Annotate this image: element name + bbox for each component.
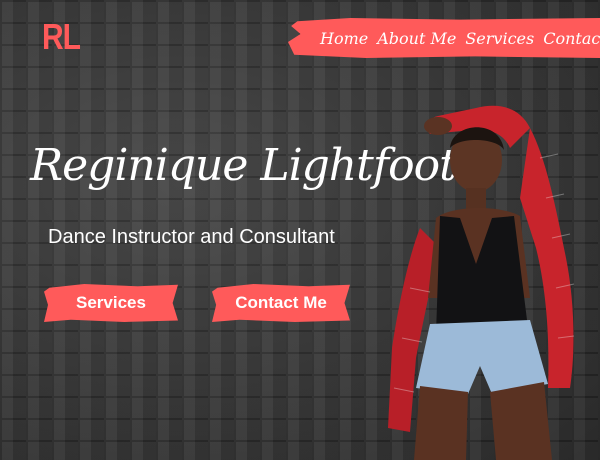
hero-tagline: Dance Instructor and Consultant bbox=[48, 226, 335, 248]
services-button[interactable]: Services bbox=[44, 284, 178, 322]
dancer-photo bbox=[388, 105, 575, 460]
top-nav: Home About Me Services Contact bbox=[288, 18, 600, 58]
nav-contact-link[interactable]: Contact bbox=[543, 29, 600, 48]
page: RL Home About Me Services Contact Regini… bbox=[0, 0, 600, 460]
nav-home-link[interactable]: Home bbox=[320, 29, 368, 48]
nav-about-link[interactable]: About Me bbox=[377, 29, 456, 48]
contact-me-button[interactable]: Contact Me bbox=[212, 284, 350, 322]
logo[interactable]: RL bbox=[42, 18, 81, 59]
nav-services-link[interactable]: Services bbox=[465, 29, 534, 48]
